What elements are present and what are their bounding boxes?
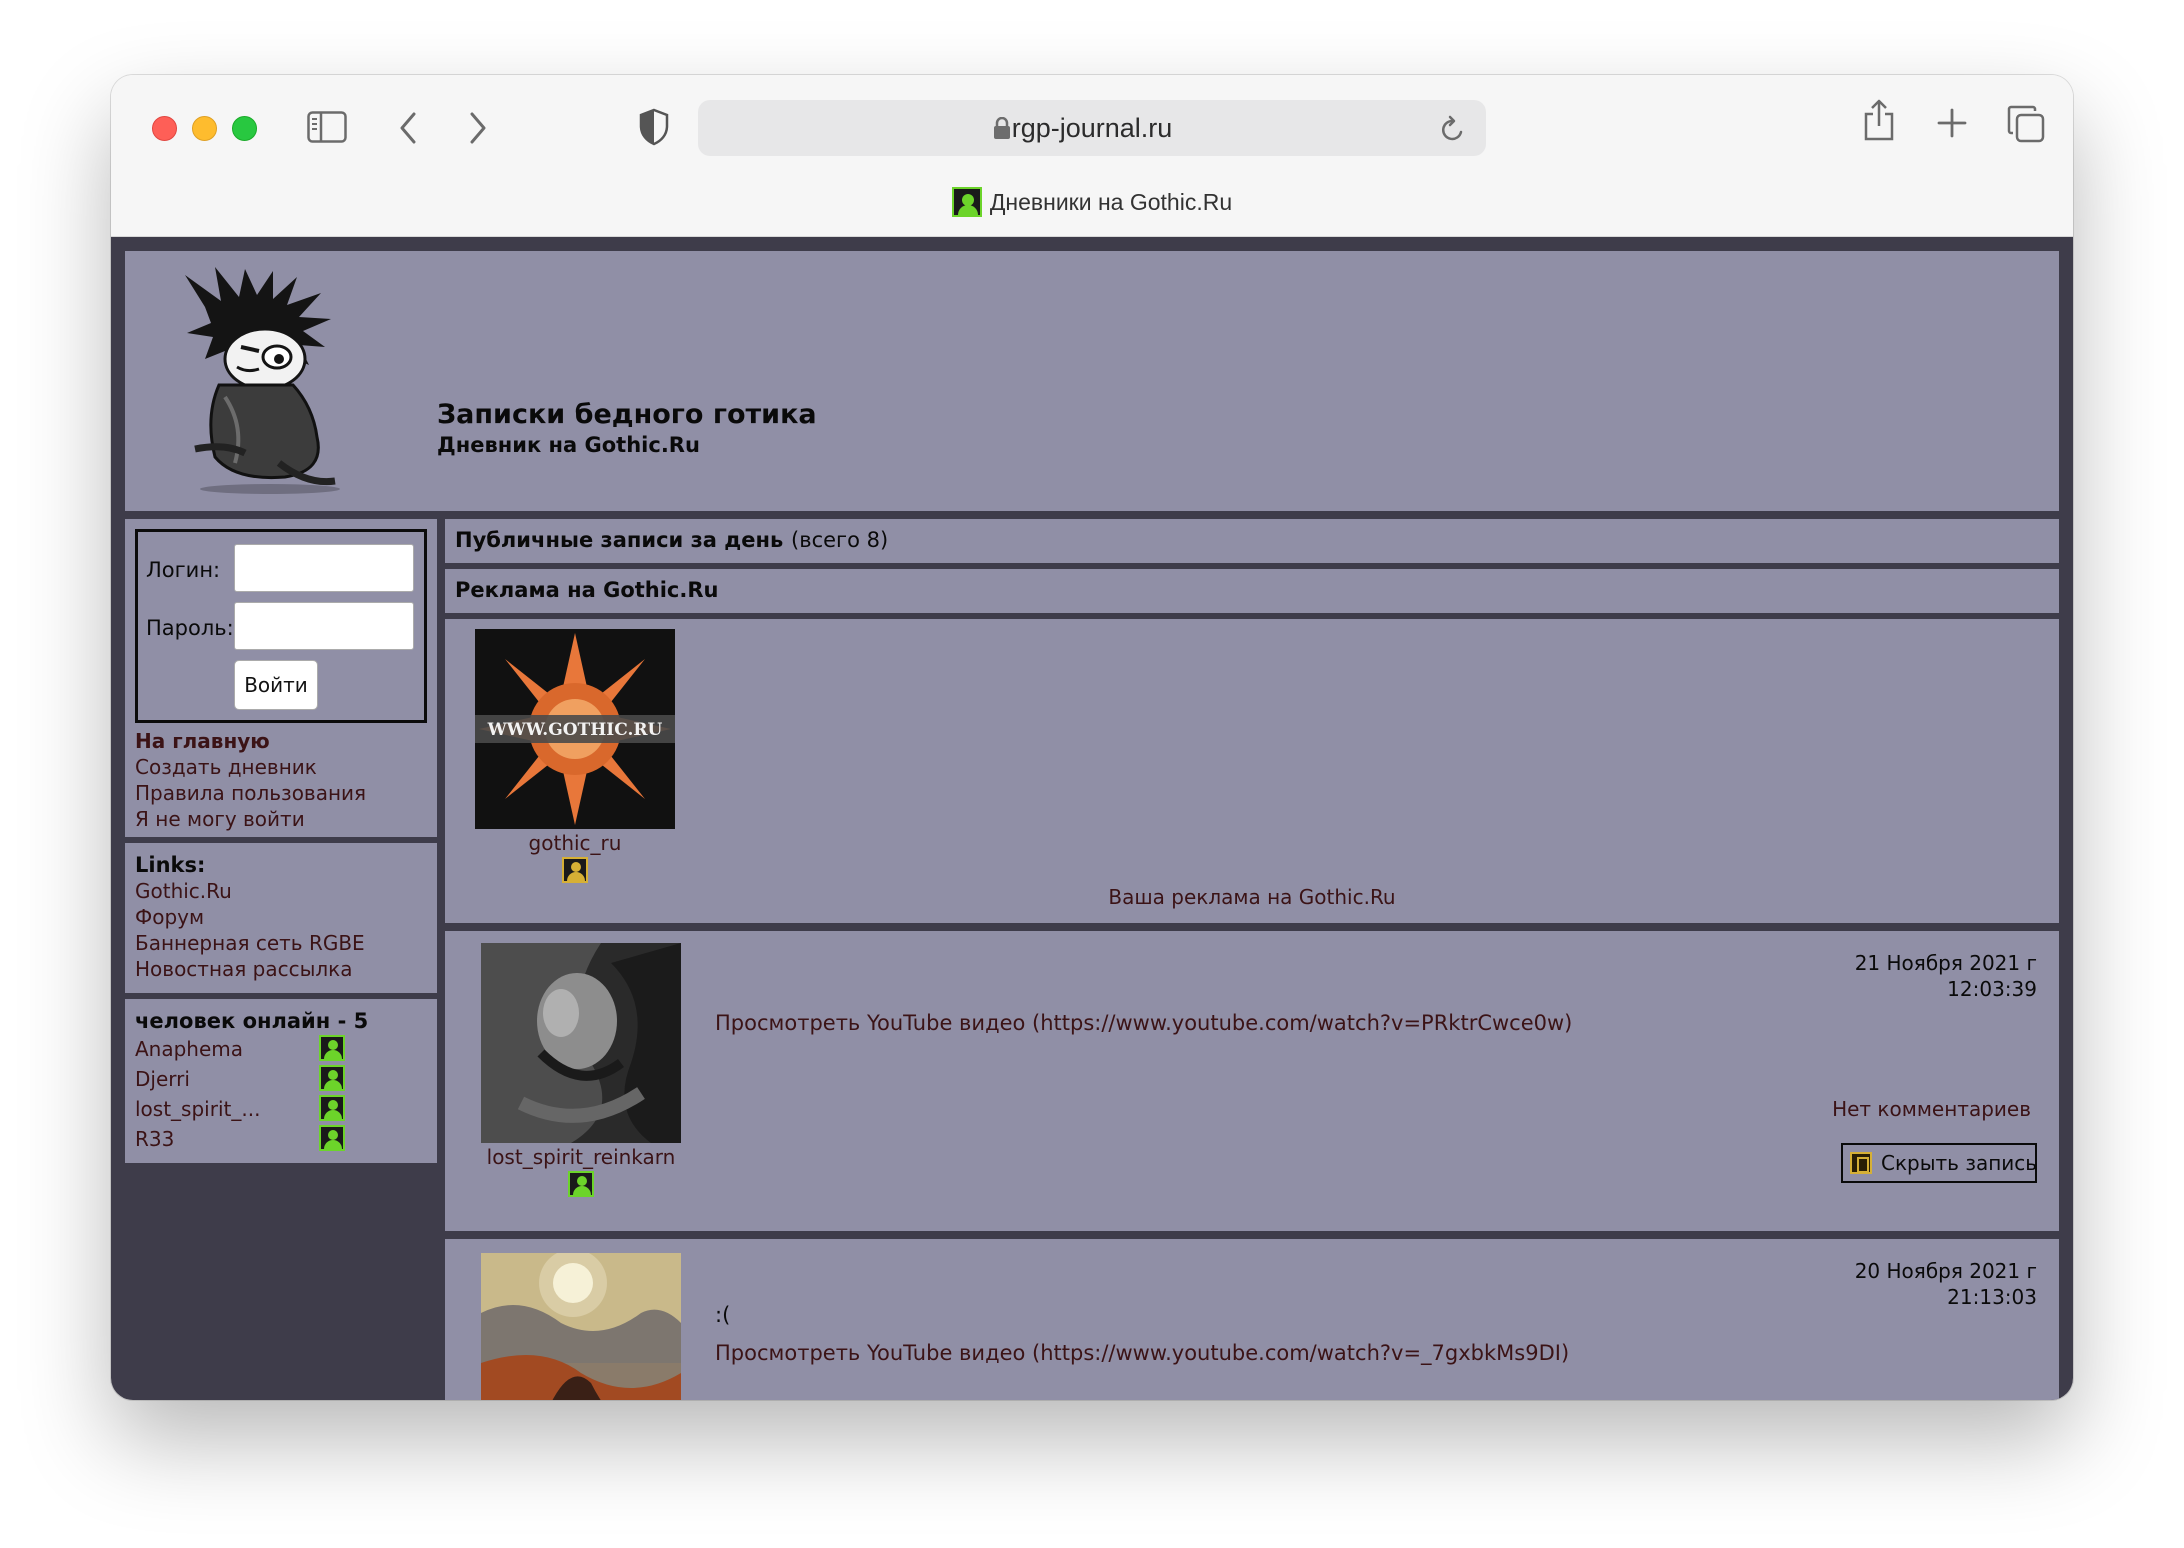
back-icon[interactable] [398, 111, 418, 145]
gothic-mascot-logo[interactable] [175, 267, 345, 499]
login-form: Логин: Пароль: Войти [135, 529, 427, 723]
link-newsletter[interactable]: Новостная рассылка [135, 957, 353, 981]
post-date: 21 Ноября 2021 г [1854, 951, 2037, 975]
web-page: Записки бедного готика Дневник на Gothic… [111, 237, 2073, 1400]
post-author-avatar[interactable] [481, 1249, 681, 1400]
online-heading: человек онлайн - 5 [135, 1009, 369, 1033]
links-heading: Links: [135, 853, 206, 877]
ad-heading-bar: Реклама на Gothic.Ru [445, 569, 2059, 613]
link-gothic-ru[interactable]: Gothic.Ru [135, 879, 232, 903]
browser-toolbar: rgp-journal.ru Дневники на Gothic.Ru [111, 75, 2073, 237]
user-profile-icon[interactable] [568, 1171, 594, 1197]
tabs-overview-icon[interactable] [2007, 105, 2045, 143]
hide-post-icon [1850, 1152, 1872, 1174]
nav-create-diary-link[interactable]: Создать дневник [135, 755, 317, 779]
login-input[interactable] [234, 544, 414, 592]
user-online-icon[interactable] [319, 1125, 345, 1151]
login-label: Логин: [146, 558, 221, 582]
forward-icon[interactable] [468, 111, 488, 145]
online-users-panel: человек онлайн - 5 Anaphema Djerri lost_… [125, 999, 437, 1163]
post-author-avatar[interactable] [481, 943, 681, 1147]
address-bar[interactable]: rgp-journal.ru [698, 100, 1486, 156]
post-date: 20 Ноября 2021 г [1854, 1259, 2037, 1283]
ad-author-link[interactable]: gothic_ru [475, 831, 675, 855]
login-panel: Логин: Пароль: Войти На главную Создать … [125, 519, 437, 837]
user-profile-icon[interactable] [562, 857, 588, 883]
post-card: 20 Ноября 2021 г 21:13:03 :( Просмотреть… [445, 1239, 2059, 1400]
public-posts-heading: Публичные записи за день [455, 528, 784, 552]
url-text: rgp-journal.ru [1011, 113, 1173, 143]
nav-home-link[interactable]: На главную [135, 729, 270, 753]
post-time: 12:03:39 [1947, 977, 2037, 1001]
banner-text: WWW.GOTHIC.RU [487, 720, 663, 740]
site-subtitle: Дневник на Gothic.Ru [437, 433, 700, 457]
user-online-icon[interactable] [319, 1065, 345, 1091]
link-forum[interactable]: Форум [135, 905, 204, 929]
tab-title: Дневники на Gothic.Ru [989, 188, 1233, 215]
online-user-item[interactable]: R33 [135, 1127, 174, 1151]
user-online-icon[interactable] [319, 1035, 345, 1061]
sidebar-icon[interactable] [307, 111, 347, 143]
browser-window: rgp-journal.ru Дневники на Gothic.Ru Зап… [111, 75, 2073, 1400]
ad-link[interactable]: Ваша реклама на Gothic.Ru [445, 885, 2059, 909]
online-user-item[interactable]: lost_spirit_... [135, 1097, 260, 1121]
login-button[interactable]: Войти [234, 660, 318, 710]
public-posts-bar: Публичные записи за день (всего 8) [445, 519, 2059, 563]
post-card: lost_spirit_reinkarn 21 Ноября 2021 г 12… [445, 931, 2059, 1231]
online-user-item[interactable]: Anaphema [135, 1037, 243, 1061]
nav-cant-login-link[interactable]: Я не могу войти [135, 807, 305, 831]
reload-icon[interactable] [1440, 115, 1466, 147]
ad-block: WWW.GOTHIC.RU gothic_ru Ваша реклама на … [445, 619, 2059, 923]
ad-heading: Реклама на Gothic.Ru [455, 578, 719, 602]
new-tab-icon[interactable] [1937, 108, 1967, 138]
online-user-item[interactable]: Djerri [135, 1067, 190, 1091]
active-tab[interactable]: Дневники на Gothic.Ru [111, 187, 2073, 227]
user-online-icon[interactable] [319, 1095, 345, 1121]
nav-rules-link[interactable]: Правила пользования [135, 781, 366, 805]
shield-icon[interactable] [639, 108, 669, 146]
post-body-text: :( [715, 1303, 731, 1327]
hide-post-label: Скрыть запись [1881, 1151, 2038, 1175]
public-posts-count: (всего 8) [791, 528, 889, 552]
close-window-button[interactable] [152, 116, 177, 141]
password-label: Пароль: [146, 616, 234, 640]
youtube-video-link[interactable]: Просмотреть YouTube видео (https://www.y… [715, 1011, 1572, 1035]
post-author-link[interactable]: lost_spirit_reinkarn [461, 1145, 701, 1169]
links-panel: Links: Gothic.Ru Форум Баннерная сеть RG… [125, 843, 437, 993]
favicon-icon [951, 187, 982, 217]
hide-post-button[interactable]: Скрыть запись [1841, 1143, 2037, 1183]
zoom-window-button[interactable] [232, 116, 257, 141]
youtube-video-link[interactable]: Просмотреть YouTube видео (https://www.y… [715, 1341, 1569, 1365]
minimize-window-button[interactable] [192, 116, 217, 141]
site-title: Записки бедного готика [437, 399, 817, 430]
gothic-ru-banner[interactable]: WWW.GOTHIC.RU [475, 629, 675, 833]
site-header: Записки бедного готика Дневник на Gothic… [125, 251, 2059, 511]
link-banner-network[interactable]: Баннерная сеть RGBE [135, 931, 365, 955]
share-icon[interactable] [1862, 99, 1896, 141]
password-input[interactable] [234, 602, 414, 650]
post-time: 21:13:03 [1947, 1285, 2037, 1309]
comments-link[interactable]: Нет комментариев [1832, 1097, 2031, 1121]
